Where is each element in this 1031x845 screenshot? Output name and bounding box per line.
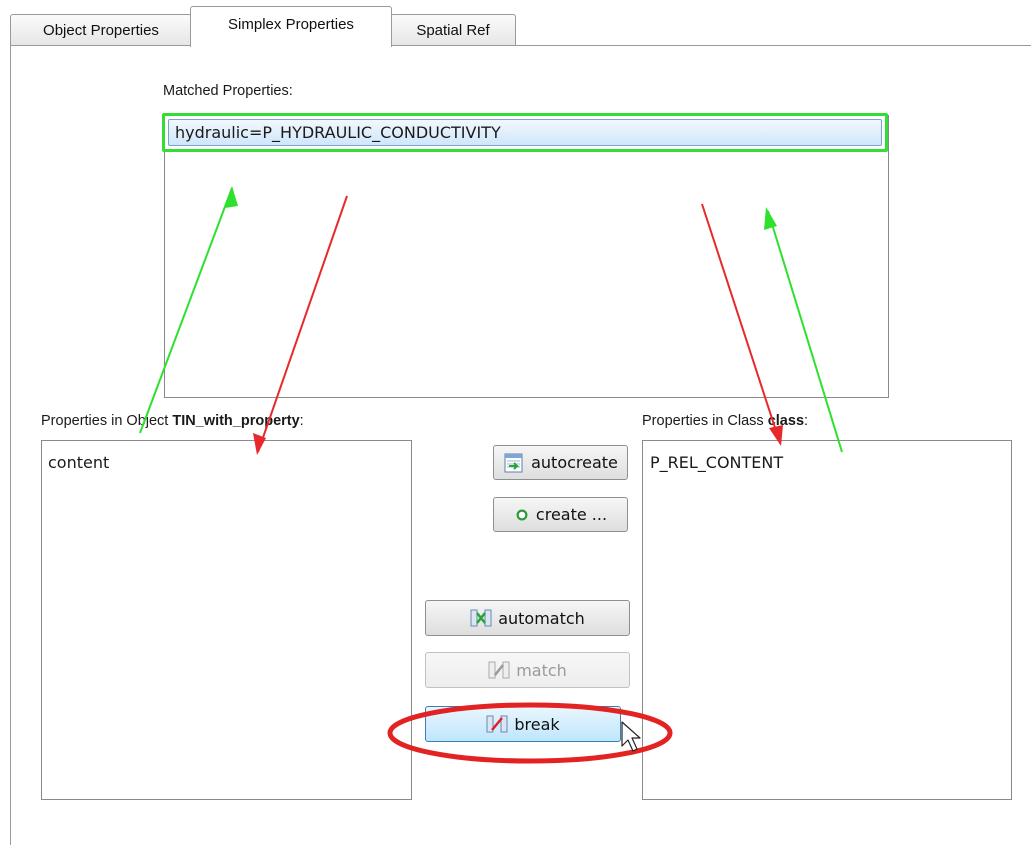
object-label-suffix: : bbox=[299, 413, 304, 429]
matched-properties-list[interactable] bbox=[164, 115, 889, 398]
tab-simplex-properties[interactable]: Simplex Properties bbox=[190, 6, 392, 47]
automatch-icon bbox=[470, 609, 492, 627]
tab-bar: Object Properties Simplex Properties Spa… bbox=[0, 0, 1031, 47]
create-button[interactable]: create ... bbox=[493, 497, 628, 532]
object-name: TIN_with_property bbox=[172, 413, 300, 429]
break-button[interactable]: break bbox=[425, 706, 621, 742]
object-label-prefix: Properties in Object bbox=[41, 413, 173, 429]
tab-object-properties[interactable]: Object Properties bbox=[10, 14, 192, 45]
match-button[interactable]: match bbox=[425, 652, 630, 688]
automatch-button[interactable]: automatch bbox=[425, 600, 630, 636]
break-link-icon bbox=[486, 715, 508, 733]
object-properties-label: Properties in Object TIN_with_property: bbox=[41, 413, 304, 429]
matched-list-item[interactable]: hydraulic=P_HYDRAULIC_CONDUCTIVITY bbox=[168, 119, 882, 146]
class-label-prefix: Properties in Class bbox=[642, 413, 768, 429]
object-properties-list[interactable]: content bbox=[41, 440, 412, 800]
class-properties-list[interactable]: P_REL_CONTENT bbox=[642, 440, 1012, 800]
class-properties-label: Properties in Class class: bbox=[642, 413, 808, 429]
class-label-suffix: : bbox=[804, 413, 809, 429]
create-button-label: create ... bbox=[535, 505, 608, 524]
autocreate-button[interactable]: autocreate bbox=[493, 445, 628, 480]
matched-properties-label: Matched Properties: bbox=[163, 83, 293, 99]
object-property-item[interactable]: content bbox=[48, 453, 109, 472]
class-name: class bbox=[767, 413, 805, 429]
add-circle-icon bbox=[516, 509, 528, 520]
tab-spatial-ref[interactable]: Spatial Ref bbox=[390, 14, 516, 45]
match-button-label: match bbox=[516, 660, 567, 680]
automatch-button-label: automatch bbox=[498, 608, 585, 628]
autocreate-icon bbox=[504, 453, 523, 472]
class-property-item[interactable]: P_REL_CONTENT bbox=[650, 453, 783, 472]
autocreate-button-label: autocreate bbox=[531, 453, 618, 472]
matched-list-item-highlight: hydraulic=P_HYDRAULIC_CONDUCTIVITY bbox=[162, 113, 888, 152]
match-icon bbox=[488, 661, 510, 679]
break-button-label: break bbox=[514, 714, 560, 734]
